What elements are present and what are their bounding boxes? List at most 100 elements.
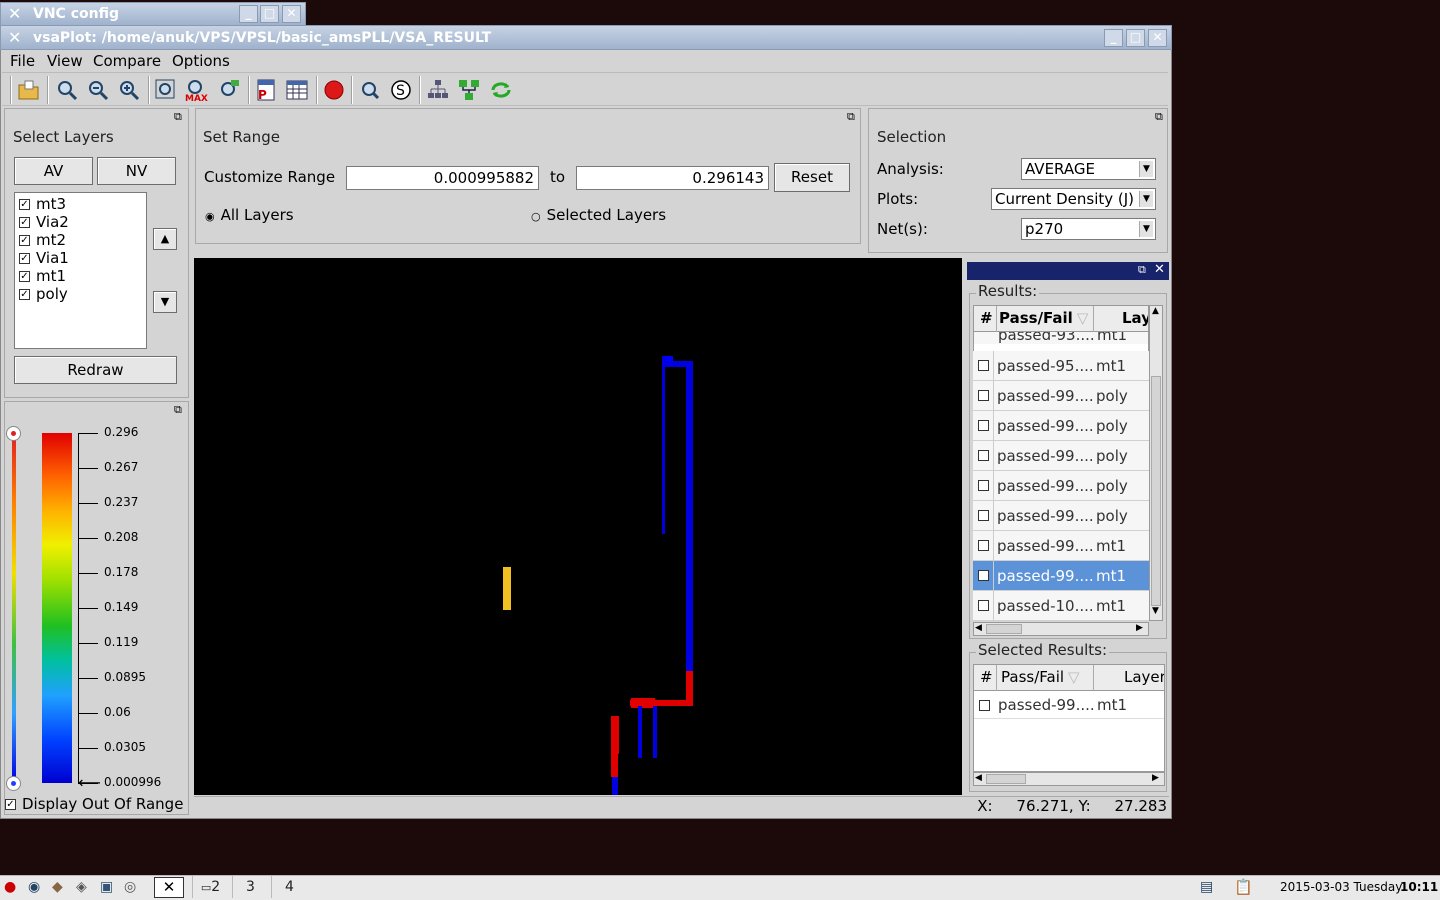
pdf-icon[interactable]: P: [254, 78, 278, 102]
close-icon[interactable]: ✕: [1148, 29, 1167, 47]
desktop-3-button[interactable]: 3: [232, 876, 268, 898]
col-header-index[interactable]: #: [980, 668, 993, 686]
scroll-thumb[interactable]: [1151, 376, 1161, 606]
scroll-left-icon[interactable]: ◀: [975, 773, 982, 783]
desktop-2-button[interactable]: ▭2: [192, 876, 228, 898]
checkbox-icon[interactable]: ✓: [5, 799, 16, 810]
table-row[interactable]: passed-99.... poly: [973, 441, 1149, 471]
network-tray-icon[interactable]: ▤: [1200, 879, 1213, 895]
app-launcher-icon[interactable]: ◎: [124, 879, 136, 895]
checkbox-icon[interactable]: [978, 450, 989, 461]
scroll-down-icon[interactable]: ▼: [1152, 606, 1159, 616]
layer-down-button[interactable]: ▼: [153, 291, 177, 313]
panel-float-icon[interactable]: ⧉: [847, 110, 855, 124]
checkbox-icon[interactable]: ✓: [19, 217, 30, 228]
checkbox-icon[interactable]: [978, 570, 989, 581]
table-row[interactable]: passed-99.... poly: [973, 471, 1149, 501]
col-header-passfail[interactable]: Pass/Fail ▽: [996, 306, 1094, 332]
minimize-icon[interactable]: _: [1104, 29, 1123, 47]
nv-button[interactable]: NV: [97, 157, 176, 185]
refresh-icon[interactable]: [489, 78, 513, 102]
table-row[interactable]: passed-99.... poly: [973, 501, 1149, 531]
checkbox-icon[interactable]: ✓: [19, 235, 30, 246]
open-folder-icon[interactable]: [17, 78, 41, 102]
layer-item-poly[interactable]: ✓ poly: [19, 285, 68, 303]
col-header-index[interactable]: #: [980, 309, 993, 327]
scroll-up-icon[interactable]: ▲: [1152, 306, 1159, 316]
layer-item-mt3[interactable]: ✓ mt3: [19, 195, 66, 213]
nets-select[interactable]: p270 ▼: [1021, 218, 1156, 240]
av-button[interactable]: AV: [14, 157, 93, 185]
desktop-4-button[interactable]: 4: [271, 876, 307, 898]
table-row[interactable]: passed-99.... poly: [973, 381, 1149, 411]
checkbox-icon[interactable]: ✓: [19, 289, 30, 300]
checkbox-icon[interactable]: ✓: [19, 199, 30, 210]
scroll-left-icon[interactable]: ◀: [975, 623, 982, 633]
checkbox-icon[interactable]: [978, 390, 989, 401]
range-from-input[interactable]: 0.000995882: [346, 166, 539, 190]
table-icon[interactable]: [285, 78, 309, 102]
layer-item-mt2[interactable]: ✓ mt2: [19, 231, 66, 249]
zoom-max-icon[interactable]: MAX: [185, 78, 209, 102]
display-out-of-range-checkbox[interactable]: ✓ Display Out Of Range: [5, 795, 183, 813]
checkbox-icon[interactable]: [978, 510, 989, 521]
desktop-1-button[interactable]: ✕: [154, 877, 184, 898]
zoom-in-icon[interactable]: [117, 78, 141, 102]
vnc-config-titlebar[interactable]: ✕ VNC config _ □ ✕: [0, 2, 306, 26]
app-launcher-icon[interactable]: ◈: [76, 879, 87, 895]
close-icon[interactable]: ✕: [282, 5, 301, 23]
results-hscrollbar[interactable]: ◀ ▶: [973, 622, 1149, 636]
col-header-layer[interactable]: Layer: [1124, 668, 1164, 686]
scroll-right-icon[interactable]: ▶: [1136, 623, 1143, 633]
checkbox-icon[interactable]: [979, 700, 990, 711]
close-icon[interactable]: ✕: [1154, 262, 1165, 277]
table-row[interactable]: passed-10.... mt1: [973, 591, 1149, 621]
panel-float-icon[interactable]: ⧉: [1155, 110, 1163, 124]
app-launcher-icon[interactable]: ◆: [52, 879, 63, 895]
record-icon[interactable]: [322, 78, 346, 102]
table-row[interactable]: passed-99.... poly: [973, 411, 1149, 441]
app-launcher-icon[interactable]: ◉: [28, 879, 40, 895]
menu-view[interactable]: View: [47, 52, 83, 70]
s-icon[interactable]: S: [389, 78, 413, 102]
col-header-passfail[interactable]: Pass/Fail ▽: [996, 665, 1094, 691]
checkbox-icon[interactable]: ✓: [19, 253, 30, 264]
clipboard-tray-icon[interactable]: 📋: [1234, 878, 1253, 896]
checkbox-icon[interactable]: [978, 360, 989, 371]
scroll-thumb[interactable]: [986, 624, 1022, 634]
checkbox-icon[interactable]: ✓: [19, 271, 30, 282]
panel-float-icon[interactable]: ⧉: [174, 403, 182, 417]
col-header-layer[interactable]: Lay: [1122, 309, 1148, 327]
selected-layers-radio[interactable]: ○ Selected Layers: [531, 206, 666, 224]
table-row[interactable]: passed-99.... mt1: [973, 531, 1149, 561]
app-launcher-icon[interactable]: ▣: [100, 879, 113, 895]
panel-float-icon[interactable]: ⧉: [174, 110, 182, 124]
panel-float-icon[interactable]: ⧉: [1138, 263, 1146, 277]
plots-select[interactable]: Current Density (J) ▼: [991, 188, 1156, 210]
inspect-icon[interactable]: [358, 78, 382, 102]
layer-item-via1[interactable]: ✓ Via1: [19, 249, 69, 267]
analysis-select[interactable]: AVERAGE ▼: [1021, 158, 1156, 180]
checkbox-icon[interactable]: [978, 540, 989, 551]
table-row-selected[interactable]: passed-99.... mt1: [973, 561, 1149, 591]
find-icon[interactable]: [217, 78, 241, 102]
maximize-icon[interactable]: □: [260, 5, 279, 23]
hierarchy-icon[interactable]: [426, 78, 450, 102]
checkbox-icon[interactable]: [978, 600, 989, 611]
checkbox-icon[interactable]: [978, 480, 989, 491]
layer-item-via2[interactable]: ✓ Via2: [19, 213, 69, 231]
upper-slider-handle[interactable]: [6, 426, 21, 441]
layer-up-button[interactable]: ▲: [153, 228, 177, 250]
zoom-icon[interactable]: [55, 78, 79, 102]
layout-canvas[interactable]: [194, 258, 962, 795]
range-to-input[interactable]: 0.296143: [576, 166, 769, 190]
table-row[interactable]: passed-93.... mt1: [974, 332, 1148, 344]
results-vscrollbar[interactable]: ▲ ▼: [1149, 305, 1163, 621]
redraw-button[interactable]: Redraw: [14, 356, 177, 384]
zoom-fit-icon[interactable]: [154, 78, 178, 102]
results-dock-titlebar[interactable]: ⧉ ✕: [967, 262, 1169, 280]
reset-button[interactable]: Reset: [774, 163, 850, 192]
table-row[interactable]: passed-95.... mt1: [973, 351, 1149, 381]
scroll-right-icon[interactable]: ▶: [1152, 773, 1159, 783]
layer-item-mt1[interactable]: ✓ mt1: [19, 267, 66, 285]
